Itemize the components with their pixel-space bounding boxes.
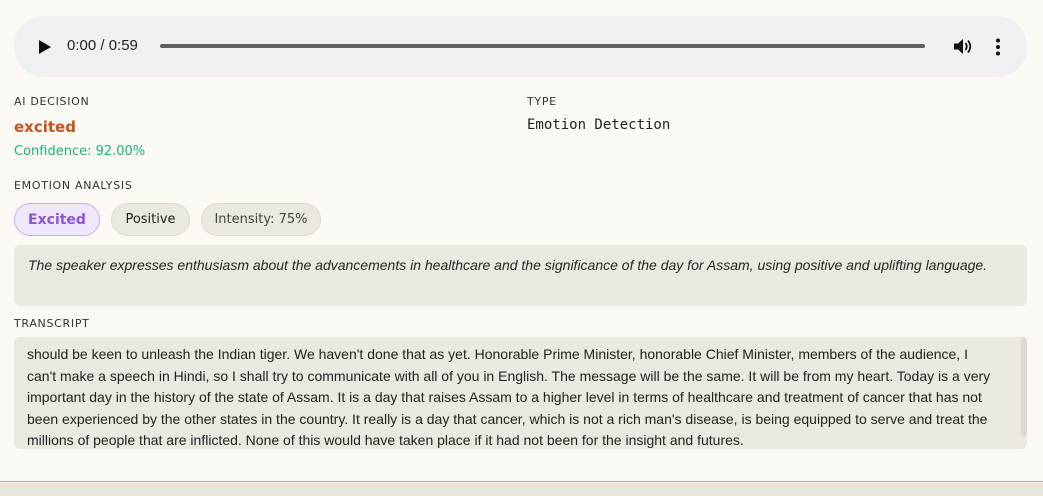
confidence-text: Confidence: 92.00% bbox=[14, 144, 146, 159]
intensity-chip: Intensity: 75% bbox=[201, 203, 321, 236]
transcript-scrollbar[interactable] bbox=[1021, 337, 1027, 437]
type-label: TYPE bbox=[527, 95, 557, 108]
sentiment-chip-positive: Positive bbox=[111, 203, 190, 236]
transcript-text[interactable]: should be keen to unleash the Indian tig… bbox=[14, 337, 1027, 449]
emotion-analysis-label: EMOTION ANALYSIS bbox=[14, 179, 133, 192]
result-card: 0:00 / 0:59 AI DECISION excited Confiden… bbox=[0, 0, 1043, 482]
emotion-chip-excited: Excited bbox=[14, 203, 100, 236]
transcript-label: TRANSCRIPT bbox=[14, 317, 90, 330]
audio-time: 0:00 / 0:59 bbox=[67, 37, 138, 54]
footer-strip bbox=[0, 483, 1043, 496]
emotion-summary: The speaker expresses enthusiasm about t… bbox=[14, 245, 1027, 306]
more-vertical-icon[interactable] bbox=[994, 38, 1002, 56]
decision-label: AI DECISION bbox=[14, 95, 90, 108]
type-value: Emotion Detection bbox=[527, 117, 671, 133]
decision-value: excited bbox=[14, 118, 76, 136]
volume-icon[interactable] bbox=[953, 38, 973, 55]
play-icon[interactable] bbox=[38, 39, 52, 55]
audio-progress-track[interactable] bbox=[160, 44, 925, 48]
